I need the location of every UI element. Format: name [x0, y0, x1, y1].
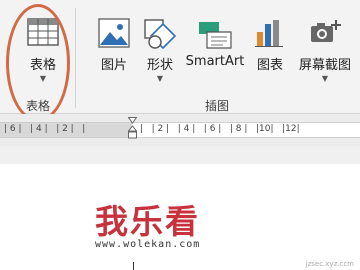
logo-url: www.wolekan.com [95, 239, 201, 250]
group-separator [75, 8, 76, 108]
smartart-button[interactable]: SmartArt [183, 14, 247, 80]
horizontal-ruler[interactable]: | 6 | | 4 | | 2 | | | | 2 | | 4 | | 6 | … [0, 114, 360, 146]
page-gap [0, 146, 360, 164]
screenshot-icon [309, 18, 341, 50]
screenshot-button-label: 屏幕截图 [298, 58, 351, 73]
screenshot-button[interactable]: 屏幕截图 ▼ [294, 14, 356, 83]
chart-icon [255, 18, 285, 52]
text-cursor [133, 262, 134, 270]
ruler-left-ticks: | 6 | | 4 | | 2 | | [4, 124, 86, 134]
ruler-right-ticks: | | 2 | | 4 | | 6 | | 8 | |10| |12| [140, 124, 300, 134]
shapes-button[interactable]: 形状 ▼ [140, 14, 180, 83]
illustrations-group-label: 插图 [205, 99, 230, 113]
smartart-button-label: SmartArt [185, 54, 245, 69]
chevron-down-icon: ▼ [321, 74, 329, 83]
logo-text: 我乐看 [95, 202, 200, 241]
ruler-strip: | 6 | | 4 | | 2 | | | | 2 | | 4 | | 6 | … [0, 122, 360, 138]
site-logo: 我乐看 www.wolekan.com [95, 195, 265, 255]
smartart-icon [197, 18, 233, 54]
shapes-button-label: 形状 [146, 58, 173, 73]
chevron-down-icon: ▼ [156, 74, 164, 83]
watermark-text: jzsec.xyz.ccm [305, 260, 354, 268]
shapes-icon [143, 18, 177, 54]
picture-icon [98, 18, 130, 52]
chart-button[interactable]: 图表 [252, 14, 288, 80]
picture-button-label: 图片 [100, 58, 127, 73]
ribbon: 表格 ▼ 表格 图片 形状 ▼ SmartArt 图表 屏幕截图 ▼ 插图 [0, 0, 360, 122]
indent-marker-icon[interactable] [127, 117, 138, 139]
chart-button-label: 图表 [256, 58, 283, 73]
table-highlight-ellipse [6, 4, 70, 122]
picture-button[interactable]: 图片 [94, 14, 134, 80]
